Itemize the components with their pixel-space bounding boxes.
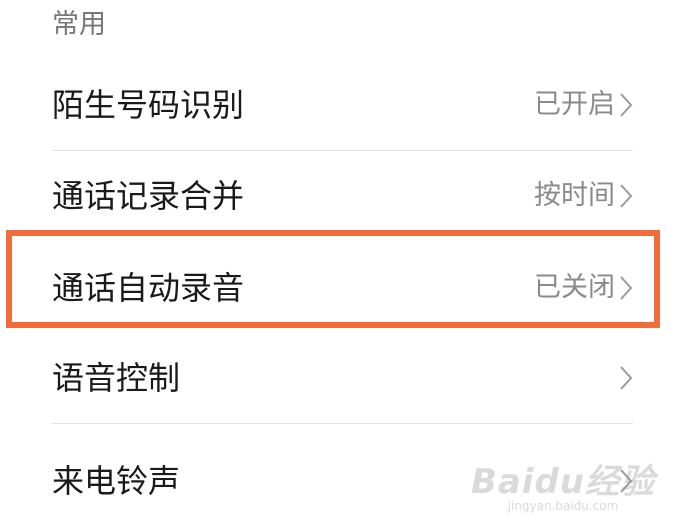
setting-right: 按时间	[534, 179, 633, 213]
setting-label: 通话记录合并	[52, 177, 245, 215]
setting-row-call-log-merge[interactable]: 通话记录合并 按时间	[0, 151, 685, 241]
highlight-box	[6, 230, 660, 328]
setting-row-unknown-number-id[interactable]: 陌生号码识别 已开启	[0, 60, 685, 150]
section-title: 常用	[52, 9, 106, 40]
divider	[52, 423, 633, 424]
setting-value: 已开启	[534, 89, 615, 120]
setting-label: 语音控制	[52, 359, 181, 397]
setting-value: 按时间	[534, 180, 615, 211]
watermark-logo: Baidu经验	[470, 462, 655, 502]
chevron-right-icon	[620, 184, 633, 208]
setting-label: 来电铃声	[52, 462, 181, 500]
chevron-right-icon	[620, 366, 633, 390]
setting-right	[615, 365, 633, 391]
chevron-right-icon	[620, 93, 633, 117]
setting-right: 已开启	[534, 88, 633, 122]
setting-label: 陌生号码识别	[52, 86, 245, 124]
setting-row-voice-control[interactable]: 语音控制	[0, 333, 685, 423]
baidu-watermark: Baidu经验 jingyan.baidu.com	[471, 465, 655, 513]
